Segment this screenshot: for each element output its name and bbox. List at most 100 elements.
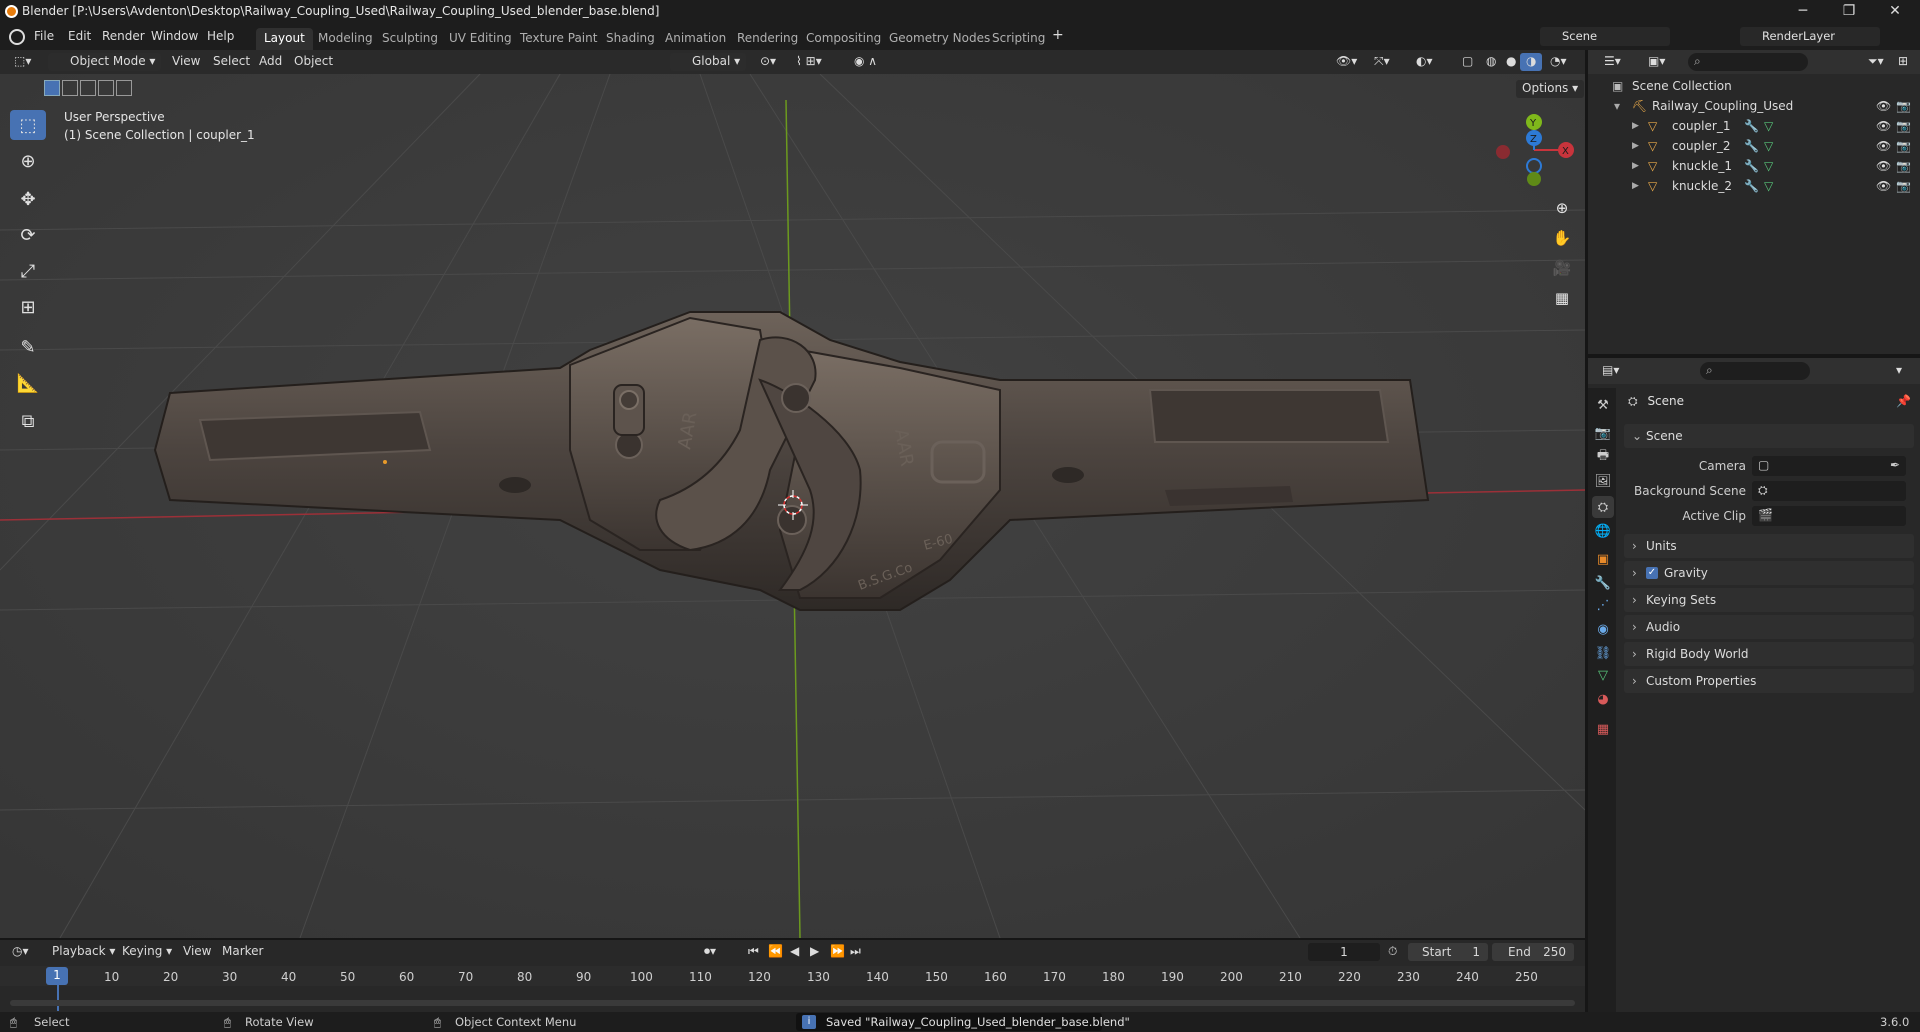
pan-hand-icon[interactable]: ✋ (1548, 224, 1576, 252)
jump-start-icon[interactable]: ⏮ (748, 944, 759, 959)
viewport-menu-object[interactable]: Object (288, 53, 339, 71)
stopwatch-icon[interactable]: ⏱ (1388, 944, 1397, 959)
units-panel[interactable]: › Units (1624, 534, 1914, 558)
visibility-eye-icon[interactable]: 👁 (1876, 99, 1891, 113)
visibility-eye-icon[interactable]: 👁 (1876, 159, 1891, 173)
texture-tab-icon[interactable]: ▦ (1592, 718, 1614, 740)
marker-menu[interactable]: Marker (222, 944, 263, 958)
modifier-wrench-icon[interactable]: 🔧 (1744, 119, 1759, 133)
playhead[interactable]: 1 (46, 967, 68, 985)
custom-properties-panel[interactable]: › Custom Properties (1624, 669, 1914, 693)
constraints-tab-icon[interactable]: ⛓ (1592, 642, 1614, 664)
rigid-body-world-panel[interactable]: › Rigid Body World (1624, 642, 1914, 666)
outliner-row-object[interactable]: ▶ ▽ knuckle_1 🔧 ▽ 👁 📷 (1588, 156, 1920, 176)
properties-search-input[interactable]: ⌕ (1700, 362, 1810, 380)
outliner-row-object[interactable]: ▶ ▽ coupler_2 🔧 ▽ 👁 📷 (1588, 136, 1920, 156)
output-tab-icon[interactable]: 🖶 (1592, 446, 1614, 468)
menu-render[interactable]: Render (102, 29, 145, 43)
chevron-down-icon[interactable]: ▾ (1896, 363, 1902, 377)
modifier-wrench-icon[interactable]: 🔧 (1744, 139, 1759, 153)
mesh-data-icon[interactable]: ▽ (1764, 179, 1773, 193)
expand-triangle-icon[interactable]: ▶ (1632, 161, 1639, 171)
render-camera-icon[interactable]: 📷 (1896, 99, 1911, 113)
tab-layout[interactable]: Layout (256, 28, 313, 50)
view-layer-selector[interactable]: RenderLayer (1740, 27, 1880, 46)
end-frame-field[interactable]: End 250 (1492, 943, 1574, 961)
outliner-search-input[interactable]: ⌕ (1688, 53, 1808, 71)
jump-keyframe-back-icon[interactable]: ⏪ (768, 944, 783, 958)
shading-rendered-icon[interactable]: ◔▾ (1544, 53, 1573, 71)
annotate-tool[interactable]: ✎ (10, 332, 46, 362)
outliner-row-collection[interactable]: ▾ ⛏ Railway_Coupling_Used 👁 📷 (1588, 96, 1920, 116)
select-new-icon[interactable] (44, 80, 60, 96)
outliner-row-scene-collection[interactable]: ▣ Scene Collection (1588, 76, 1920, 96)
options-button[interactable]: Options ▾ (1516, 80, 1585, 98)
world-tab-icon[interactable]: 🌐 (1592, 520, 1614, 542)
tab-animation[interactable]: Animation (657, 28, 734, 50)
object-tab-icon[interactable]: ▣ (1592, 548, 1614, 570)
eyedropper-icon[interactable]: ✒ (1890, 458, 1900, 472)
modifier-wrench-icon[interactable]: 🔧 (1744, 159, 1759, 173)
play-icon[interactable]: ▶ (810, 944, 819, 958)
playback-menu[interactable]: Playback ▾ (52, 944, 115, 958)
gizmo-neg-x-axis[interactable] (1496, 145, 1510, 159)
menu-edit[interactable]: Edit (68, 29, 91, 43)
outliner-row-object[interactable]: ▶ ▽ knuckle_2 🔧 ▽ 👁 📷 (1588, 176, 1920, 196)
tab-texture-paint[interactable]: Texture Paint (512, 28, 605, 50)
tab-geometry-nodes[interactable]: Geometry Nodes (881, 28, 998, 50)
camera-view-icon[interactable]: 🎥 (1548, 254, 1576, 282)
menu-file[interactable]: File (34, 29, 54, 43)
material-tab-icon[interactable]: ◕ (1592, 688, 1614, 710)
tab-uv-editing[interactable]: UV Editing (441, 28, 520, 50)
outliner-row-object[interactable]: ▶ ▽ coupler_1 🔧 ▽ 👁 📷 (1588, 116, 1920, 136)
properties-editor-type-icon[interactable]: ▤▾ (1602, 363, 1619, 377)
tab-rendering[interactable]: Rendering (729, 28, 806, 50)
viewport-canvas[interactable]: AAR AAR E-60 B.S.G.Co Y Z X (0, 50, 1585, 938)
mesh-data-icon[interactable]: ▽ (1764, 139, 1773, 153)
render-camera-icon[interactable]: 📷 (1896, 139, 1911, 153)
viewport-menu-view[interactable]: View (166, 53, 206, 71)
start-frame-field[interactable]: Start 1 (1408, 943, 1488, 961)
visibility-icon[interactable]: 👁▾ (1330, 53, 1363, 71)
tab-scripting[interactable]: Scripting (984, 28, 1053, 50)
transform-orientation-selector[interactable]: Global ▾ (670, 53, 747, 71)
shading-material-icon[interactable]: ◑ (1520, 53, 1543, 71)
tab-shading[interactable]: Shading (598, 28, 663, 50)
pin-icon[interactable]: 📌 (1896, 394, 1911, 408)
background-scene-field[interactable]: ⛭ (1752, 481, 1906, 501)
tab-modeling[interactable]: Modeling (310, 28, 381, 50)
zoom-icon[interactable]: ⊕ (1548, 194, 1576, 222)
select-intersect-icon[interactable] (116, 80, 132, 96)
current-frame-field[interactable]: 1 (1308, 943, 1380, 961)
scene-selector[interactable]: Scene (1540, 27, 1670, 46)
visibility-eye-icon[interactable]: 👁 (1876, 139, 1891, 153)
keying-menu[interactable]: Keying ▾ (122, 944, 172, 958)
cursor-tool[interactable]: ⊕ (10, 146, 46, 176)
expand-triangle-icon[interactable]: ▶ (1632, 181, 1639, 191)
jump-end-icon[interactable]: ⏭ (850, 944, 861, 959)
timeline-editor-type-icon[interactable]: ◷▾ (12, 944, 29, 958)
gizmo-neg-y-axis[interactable] (1527, 172, 1541, 186)
viewport-menu-select[interactable]: Select (207, 53, 256, 71)
gravity-panel[interactable]: › ✓ Gravity (1624, 561, 1914, 585)
timeline-view-menu[interactable]: View (183, 944, 211, 958)
tool-tab-icon[interactable]: ⚒ (1592, 394, 1614, 416)
scene-panel-header[interactable]: ⌄ Scene (1624, 424, 1914, 448)
transform-tool[interactable]: ⊞ (10, 292, 46, 322)
expand-triangle-icon[interactable]: ▶ (1632, 121, 1639, 131)
gravity-checkbox[interactable]: ✓ (1646, 567, 1658, 579)
move-tool[interactable]: ✥ (10, 184, 46, 214)
tab-sculpting[interactable]: Sculpting (374, 28, 446, 50)
data-tab-icon[interactable]: ▽ (1592, 664, 1614, 686)
pivot-point-icon[interactable]: ⊙▾ (754, 53, 782, 71)
keying-sets-panel[interactable]: › Keying Sets (1624, 588, 1914, 612)
proportional-edit-icon[interactable]: ◉ ∧ (848, 53, 883, 71)
mesh-data-icon[interactable]: ▽ (1764, 119, 1773, 133)
render-camera-icon[interactable]: 📷 (1896, 159, 1911, 173)
scale-tool[interactable]: ⤢ (10, 256, 46, 286)
expand-triangle-icon[interactable]: ▶ (1632, 141, 1639, 151)
menu-help[interactable]: Help (207, 29, 234, 43)
select-invert-icon[interactable] (98, 80, 114, 96)
select-extend-icon[interactable] (62, 80, 78, 96)
select-box-tool[interactable]: ⬚ (10, 110, 46, 140)
